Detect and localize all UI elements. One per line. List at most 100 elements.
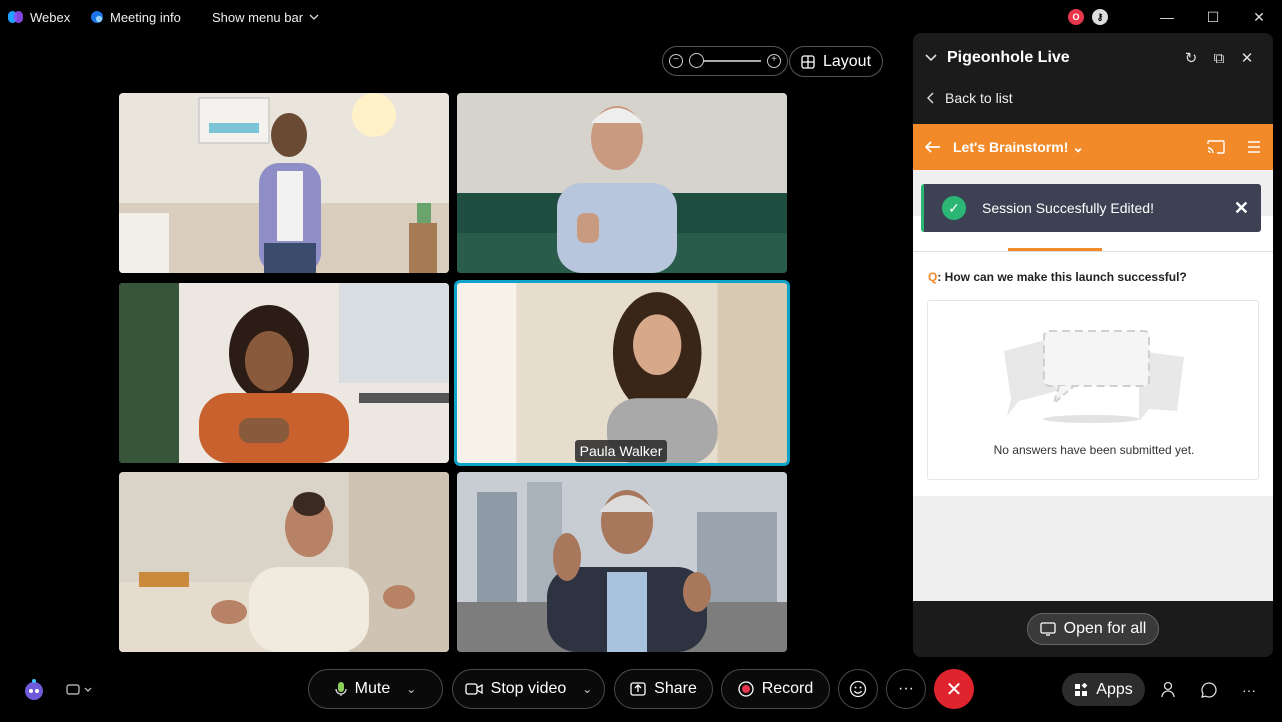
close-panel-icon[interactable]: ✕	[1233, 44, 1261, 72]
captions-icon[interactable]	[66, 677, 92, 703]
layout-label: Layout	[822, 52, 872, 70]
session-content: Q: How can we make this launch successfu…	[913, 170, 1273, 601]
participant-video-6	[457, 472, 787, 652]
participant-video-tile[interactable]	[457, 93, 787, 273]
more-options-button[interactable]: ···	[886, 669, 926, 709]
participant-video-1	[119, 93, 449, 273]
chevron-down-icon[interactable]: ⌄	[582, 682, 592, 696]
apps-button[interactable]: Apps	[1062, 673, 1145, 706]
close-window-button[interactable]: ✕	[1236, 0, 1282, 34]
apps-label: Apps	[1096, 680, 1133, 698]
mute-label: Mute	[354, 680, 391, 697]
meeting-info-label: Meeting info	[110, 9, 181, 25]
zoom-in-icon[interactable]: +	[767, 54, 781, 68]
participant-video-5	[119, 472, 449, 652]
smiley-icon	[849, 680, 867, 698]
question-prefix: Q	[928, 270, 938, 284]
active-tab-indicator	[1008, 248, 1102, 251]
apps-grid-icon	[1075, 682, 1088, 696]
empty-state-message: No answers have been submitted yet.	[993, 443, 1195, 457]
record-icon	[738, 681, 754, 697]
check-icon: ✓	[942, 196, 966, 220]
participant-video-tile[interactable]	[119, 283, 449, 463]
refresh-icon[interactable]: ↻	[1177, 44, 1205, 72]
chevron-down-icon[interactable]: ⌄	[406, 682, 416, 696]
arrow-left-icon[interactable]	[925, 141, 941, 153]
layout-button[interactable]: Layout	[789, 46, 883, 77]
question-body: : How can we make this launch successful…	[937, 270, 1187, 284]
more-actions-icon[interactable]: ···	[1236, 677, 1262, 703]
stop-video-button[interactable]: Stop video ⌄	[452, 669, 605, 709]
ai-assistant-icon[interactable]	[20, 676, 48, 704]
share-icon	[630, 682, 646, 696]
session-title-dropdown[interactable]: Let's Brainstorm! ⌄	[953, 139, 1207, 156]
webex-logo: Webex	[8, 0, 70, 34]
meeting-info-icon	[91, 11, 103, 23]
pigeonhole-live-panel: Pigeonhole Live ↻ ⧉ ✕ Back to list Let's…	[913, 33, 1273, 657]
participant-video-tile-active[interactable]	[454, 280, 790, 466]
session-header: Let's Brainstorm! ⌄	[913, 124, 1273, 170]
stop-video-label: Stop video	[490, 680, 567, 697]
end-call-button[interactable]: ✕	[934, 669, 974, 709]
share-button[interactable]: Share	[614, 669, 713, 709]
active-speaker-name-tag: Paula Walker	[575, 440, 667, 462]
end-call-icon: ✕	[945, 678, 963, 701]
share-screen-icon	[1039, 622, 1056, 636]
question-card: Q: How can we make this launch successfu…	[913, 252, 1273, 496]
show-menu-bar-button[interactable]: Show menu bar	[212, 0, 319, 34]
panel-header: Pigeonhole Live ↻ ⧉ ✕	[913, 33, 1273, 83]
chevron-left-icon	[927, 92, 934, 104]
zoom-slider-handle[interactable]	[689, 53, 704, 68]
chevron-down-icon	[309, 14, 319, 20]
record-label: Record	[761, 680, 814, 697]
collapse-chevron-icon[interactable]	[925, 54, 937, 62]
title-bar: Webex Meeting info Show menu bar O ⚷ — ☐…	[0, 0, 1282, 34]
grid-layout-icon	[801, 54, 815, 69]
participant-video-tile[interactable]	[119, 472, 449, 652]
participant-video-2	[457, 93, 787, 273]
back-to-list-link[interactable]: Back to list	[913, 83, 1273, 113]
panel-title: Pigeonhole Live	[947, 49, 1070, 66]
session-title: Let's Brainstorm!	[953, 138, 1069, 155]
key-icon[interactable]: ⚷	[1092, 9, 1108, 25]
empty-speech-bubbles-icon	[1004, 330, 1184, 423]
panel-footer: Open for all	[913, 601, 1273, 657]
share-label: Share	[654, 680, 697, 697]
mute-button[interactable]: Mute ⌄	[308, 669, 443, 709]
zoom-control: − +	[662, 46, 788, 76]
open-for-all-label: Open for all	[1063, 620, 1147, 637]
video-camera-icon	[465, 683, 483, 695]
status-badge: O	[1072, 12, 1080, 22]
toast-message: Session Succesfully Edited!	[982, 200, 1154, 216]
more-options-icon: ···	[898, 680, 914, 697]
back-to-list-label: Back to list	[945, 90, 1013, 106]
answers-empty-state: No answers have been submitted yet.	[927, 300, 1259, 480]
participant-video-tile[interactable]	[457, 472, 787, 652]
chat-icon[interactable]	[1196, 677, 1222, 703]
window-controls: O ⚷ — ☐ ✕	[1068, 0, 1282, 34]
participant-video-3	[119, 283, 449, 463]
pop-out-icon[interactable]: ⧉	[1205, 44, 1233, 72]
toast-close-icon[interactable]: ✕	[1234, 198, 1249, 219]
recording-status-icon[interactable]: O	[1068, 9, 1084, 25]
cast-icon[interactable]	[1207, 140, 1225, 154]
meeting-info-button[interactable]: Meeting info	[90, 0, 181, 34]
reactions-button[interactable]	[838, 669, 878, 709]
participant-video-tile[interactable]	[119, 93, 449, 273]
record-button[interactable]: Record	[721, 669, 830, 709]
zoom-out-icon[interactable]: −	[669, 54, 683, 68]
chevron-down-icon: ⌄	[1072, 138, 1084, 155]
microphone-icon	[335, 682, 347, 696]
open-for-all-button[interactable]: Open for all	[1027, 613, 1159, 645]
app-name: Webex	[30, 9, 71, 25]
minimize-button[interactable]: —	[1144, 0, 1190, 34]
question-text: Q: How can we make this launch successfu…	[928, 270, 1187, 284]
webex-logo-icon	[8, 11, 24, 23]
success-toast: ✓ Session Succesfully Edited! ✕	[921, 184, 1261, 232]
participant-video-4	[456, 282, 788, 464]
show-menu-bar-label: Show menu bar	[212, 9, 304, 25]
participants-icon[interactable]	[1156, 677, 1182, 703]
maximize-button[interactable]: ☐	[1190, 0, 1236, 34]
hamburger-menu-icon[interactable]	[1247, 141, 1261, 153]
zoom-slider[interactable]	[689, 53, 761, 68]
